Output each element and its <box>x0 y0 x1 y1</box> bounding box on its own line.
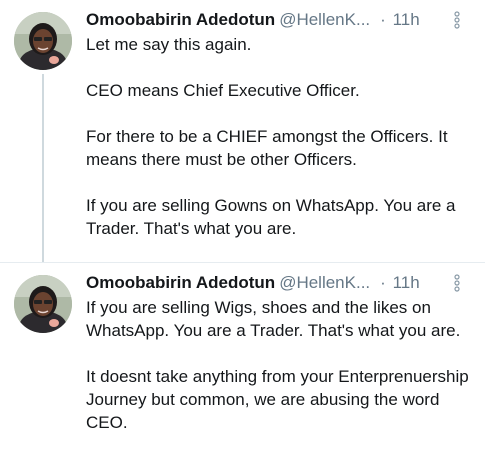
tweet-paragraph: CEO means Chief Executive Officer. <box>86 81 360 100</box>
tweet-paragraph: If you are selling Gowns on WhatsApp. Yo… <box>86 196 456 238</box>
tweet-text: Let me say this again. CEO means Chief E… <box>86 33 478 240</box>
more-options-button[interactable] <box>454 274 460 292</box>
thread-connector-line <box>42 74 44 262</box>
avatar[interactable] <box>14 275 72 333</box>
tweet-paragraph: Let me say this again. <box>86 35 252 54</box>
vertical-dots-icon <box>454 274 460 292</box>
separator-dot: · <box>380 273 386 292</box>
avatar-image <box>14 275 72 333</box>
tweet[interactable]: Omoobabirin Adedotun @HellenK... · 11h If … <box>0 262 485 469</box>
timestamp[interactable]: 11h <box>393 273 420 292</box>
tweet-paragraph: If you are selling Wigs, shoes and the l… <box>86 298 461 340</box>
tweet-header: Omoobabirin Adedotun @HellenK... · 11h <box>86 272 478 294</box>
avatar-image <box>14 12 72 70</box>
separator-dot: · <box>380 10 386 29</box>
avatar[interactable] <box>14 12 72 70</box>
tweet-header: Omoobabirin Adedotun @HellenK... · 11h <box>86 9 478 31</box>
tweet-paragraph: For there to be a CHIEF amongst the Offi… <box>86 127 448 169</box>
vertical-dots-icon <box>454 11 460 29</box>
author-name[interactable]: Omoobabirin Adedotun <box>86 273 275 292</box>
tweet-paragraph: It doesnt take anything from your Enterp… <box>86 367 469 432</box>
author-handle[interactable]: @HellenK... <box>279 10 370 29</box>
tweet-text: If you are selling Wigs, shoes and the l… <box>86 296 478 434</box>
more-options-button[interactable] <box>454 11 460 29</box>
timestamp[interactable]: 11h <box>393 10 420 29</box>
author-handle[interactable]: @HellenK... <box>279 273 370 292</box>
tweet[interactable]: Omoobabirin Adedotun @HellenK... · 11h Let… <box>0 0 485 262</box>
author-name[interactable]: Omoobabirin Adedotun <box>86 10 275 29</box>
